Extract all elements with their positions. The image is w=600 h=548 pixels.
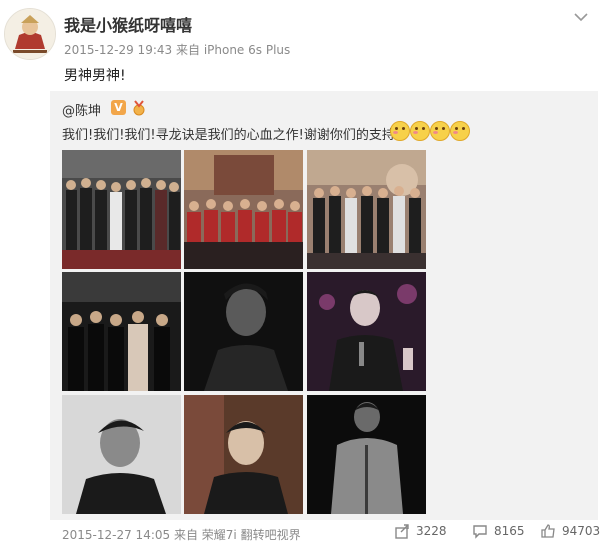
like-action[interactable]: 94703 <box>540 523 600 539</box>
photo-mic-speech[interactable] <box>307 272 426 391</box>
post-text: 男神男神! <box>64 68 126 84</box>
repost-action[interactable]: 3228 <box>394 523 447 539</box>
photo-premiere-red-carpet[interactable] <box>62 272 181 391</box>
photo-denim-jacket[interactable] <box>307 395 426 514</box>
chevron-down-icon[interactable] <box>574 12 588 22</box>
photo-closeup-poster[interactable] <box>184 395 303 514</box>
avatar[interactable] <box>4 8 56 60</box>
photo-cast-lineup[interactable] <box>62 150 181 269</box>
comment-icon <box>473 525 487 539</box>
post-date: 2015-12-29 19:43 <box>64 43 173 57</box>
repost-count: 3228 <box>416 524 447 538</box>
post-username[interactable]: 我是小猴纸呀嘻嘻 <box>64 12 192 36</box>
photo-cast-stage[interactable] <box>307 150 426 269</box>
repost-text: 我们!我们!我们!寻龙诀是我们的心血之作!谢谢你们的支持! <box>62 128 401 143</box>
like-count: 94703 <box>562 524 600 538</box>
repost-date: 2015-12-27 14:05 <box>62 528 171 542</box>
laughing-emoji-icon <box>410 121 430 141</box>
post-device[interactable]: iPhone 6s Plus <box>204 43 290 57</box>
laughing-emoji-icon <box>390 121 410 141</box>
laughing-emoji-icon <box>450 121 470 141</box>
repost-author[interactable]: @陈坤 <box>62 100 101 119</box>
repost-footer-meta: 2015-12-27 14:05 来自 荣耀7i 翻转吧视界 <box>62 526 301 543</box>
medal-icon <box>133 100 145 116</box>
photo-cast-red-jackets[interactable] <box>184 150 303 269</box>
share-icon <box>395 524 409 539</box>
verified-badge-icon: V <box>111 100 126 115</box>
repost-source[interactable]: 来自 荣耀7i 翻转吧视界 <box>174 528 301 542</box>
comment-count: 8165 <box>494 524 525 538</box>
post-source-prefix: 来自 <box>175 43 200 57</box>
photo-portrait-dark[interactable] <box>184 272 303 391</box>
thumbs-up-icon <box>541 524 555 538</box>
comment-action[interactable]: 8165 <box>472 523 525 539</box>
photo-closeup-left[interactable] <box>62 395 181 514</box>
laughing-emoji-icon <box>430 121 450 141</box>
post-meta: 2015-12-29 19:43 来自 iPhone 6s Plus <box>64 41 290 58</box>
